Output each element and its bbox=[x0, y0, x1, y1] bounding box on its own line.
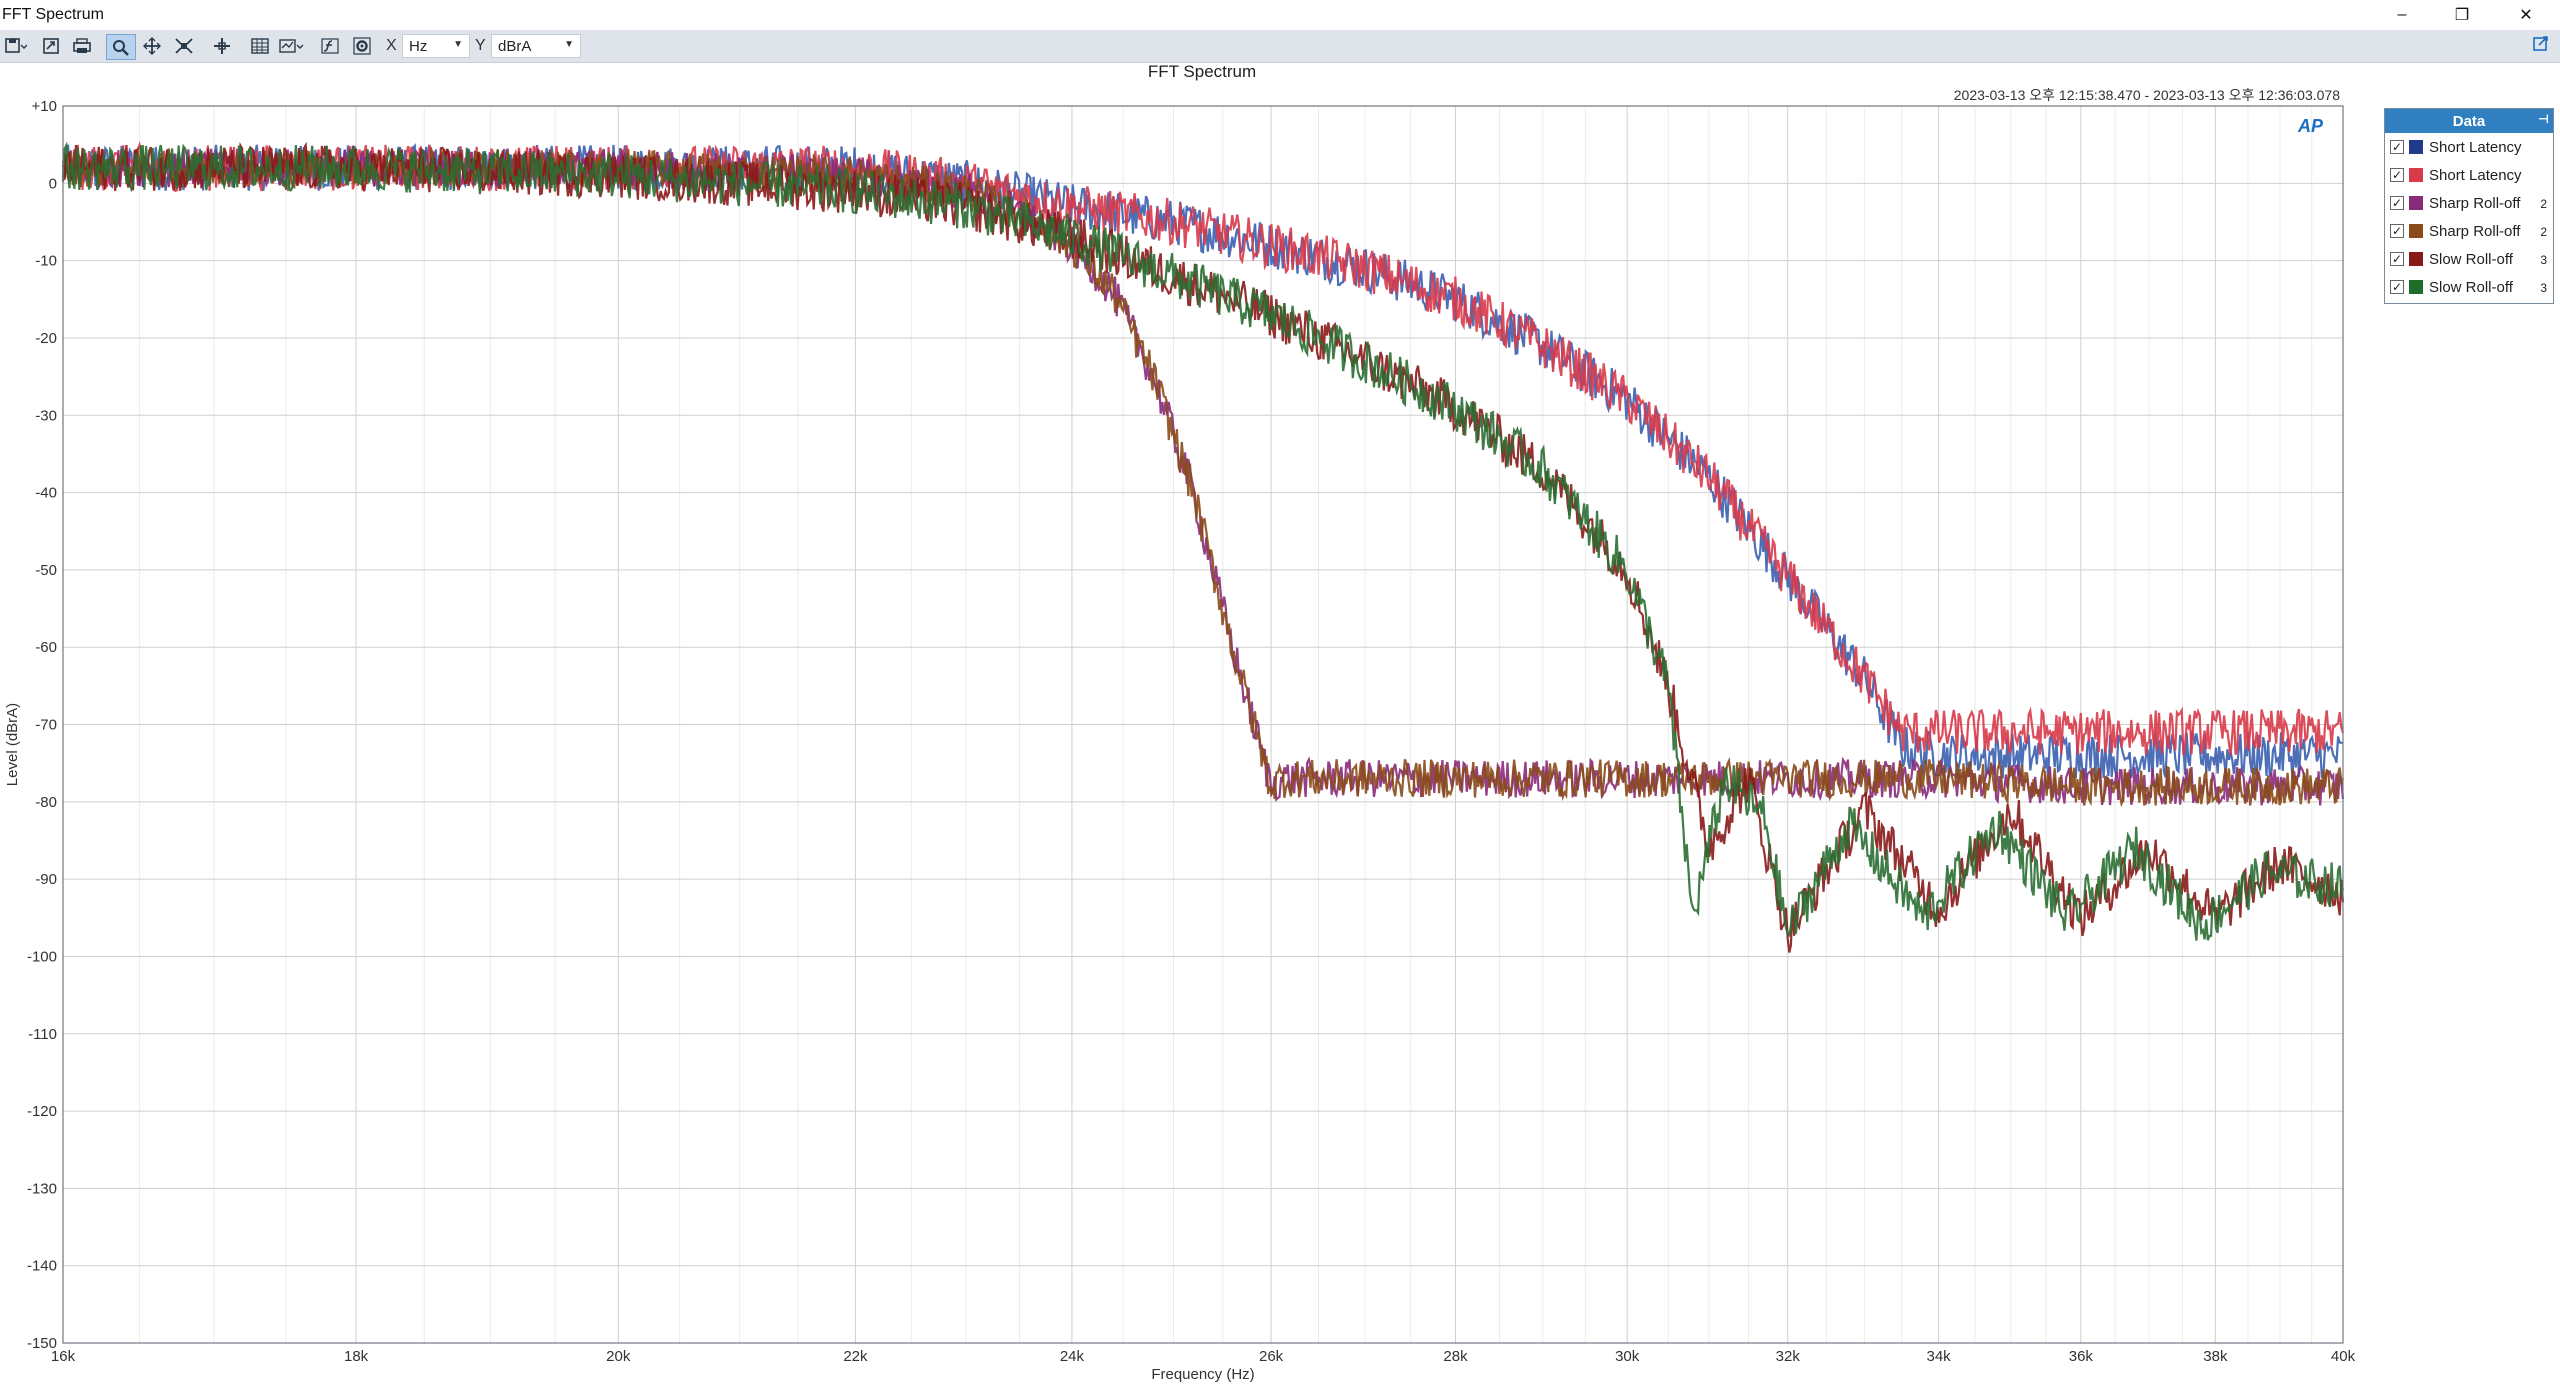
legend-label: Slow Roll-off bbox=[2429, 250, 2513, 268]
x-tick-label: 18k bbox=[344, 1348, 369, 1365]
y-tick-label: -80 bbox=[35, 794, 57, 811]
legend-swatch bbox=[2409, 196, 2423, 210]
legend-label: Slow Roll-off bbox=[2429, 278, 2513, 296]
y-tick-label: -70 bbox=[35, 717, 57, 734]
legend-checkbox[interactable]: ✓ bbox=[2390, 252, 2404, 266]
legend-item[interactable]: ✓ Short Latency bbox=[2385, 161, 2553, 189]
legend-index: 2 bbox=[2540, 197, 2547, 211]
legend-swatch bbox=[2409, 280, 2423, 294]
legend-label: Sharp Roll-off bbox=[2429, 222, 2521, 240]
x-tick-label: 30k bbox=[1615, 1348, 1640, 1365]
y-tick-label: 0 bbox=[49, 175, 57, 192]
legend-index: 3 bbox=[2540, 281, 2547, 295]
legend-checkbox[interactable]: ✓ bbox=[2390, 224, 2404, 238]
y-tick-label: -40 bbox=[35, 485, 57, 502]
y-tick-label: -50 bbox=[35, 562, 57, 579]
ap-logo: AP bbox=[2298, 116, 2324, 136]
legend-checkbox[interactable]: ✓ bbox=[2390, 168, 2404, 182]
x-tick-label: 28k bbox=[1443, 1348, 1468, 1365]
legend-index: 3 bbox=[2540, 253, 2547, 267]
y-tick-label: -100 bbox=[27, 948, 57, 965]
legend-checkbox[interactable]: ✓ bbox=[2390, 196, 2404, 210]
legend-label: Short Latency bbox=[2429, 166, 2522, 184]
legend-title: Data bbox=[2452, 112, 2486, 130]
y-tick-label: -110 bbox=[28, 1026, 57, 1043]
x-tick-label: 36k bbox=[2069, 1348, 2094, 1365]
legend-swatch bbox=[2409, 168, 2423, 182]
x-tick-label: 20k bbox=[606, 1348, 631, 1365]
y-tick-label: -120 bbox=[27, 1103, 57, 1120]
legend-swatch bbox=[2409, 252, 2423, 266]
legend-label: Short Latency bbox=[2429, 138, 2522, 156]
y-tick-label: -30 bbox=[35, 407, 57, 424]
series-line bbox=[61, 143, 2344, 779]
series-line bbox=[61, 140, 2345, 756]
y-tick-label: -130 bbox=[27, 1180, 57, 1197]
y-tick-label: +10 bbox=[32, 98, 57, 115]
x-tick-labels: 16k 18k 20k 22k 24k 26k 28k 30k 32k 34k 36k 38k 40k bbox=[51, 1348, 2356, 1365]
legend-item[interactable]: ✓ Sharp Roll-off 2 bbox=[2385, 189, 2553, 217]
legend-label: Sharp Roll-off bbox=[2429, 194, 2521, 212]
legend-swatch bbox=[2409, 140, 2423, 154]
x-tick-label: 26k bbox=[1259, 1348, 1284, 1365]
x-tick-label: 16k bbox=[51, 1348, 76, 1365]
y-tick-label: -140 bbox=[27, 1258, 57, 1275]
x-tick-label: 34k bbox=[1927, 1348, 1952, 1365]
y-tick-label: -90 bbox=[35, 871, 57, 888]
pin-icon[interactable]: ⊣ bbox=[2538, 112, 2549, 126]
x-tick-label: 22k bbox=[843, 1348, 868, 1365]
y-tick-label: -60 bbox=[35, 639, 57, 656]
data-traces bbox=[61, 140, 2345, 953]
x-tick-label: 40k bbox=[2331, 1348, 2356, 1365]
x-axis-title: Frequency (Hz) bbox=[1151, 1366, 1254, 1383]
y-tick-label: -10 bbox=[35, 253, 57, 270]
legend-checkbox[interactable]: ✓ bbox=[2390, 140, 2404, 154]
legend-item[interactable]: ✓ Slow Roll-off 3 bbox=[2385, 245, 2553, 273]
fft-spectrum-chart[interactable]: +10 0 -10 -20 -30 -40 -50 -60 -70 -80 -90 -100 -110 -… bbox=[0, 0, 2560, 1391]
legend-index: 2 bbox=[2540, 225, 2547, 239]
legend-checkbox[interactable]: ✓ bbox=[2390, 280, 2404, 294]
legend-item[interactable]: ✓ Short Latency bbox=[2385, 133, 2553, 161]
data-legend: Data ⊣ ✓ Short Latency ✓ Short Latency ✓ Shar… bbox=[2384, 108, 2554, 304]
legend-swatch bbox=[2409, 224, 2423, 238]
y-tick-labels: +10 0 -10 -20 -30 -40 -50 -60 -70 -80 -90 -100 -110 -… bbox=[27, 98, 57, 1352]
legend-item[interactable]: ✓ Sharp Roll-off 2 bbox=[2385, 217, 2553, 245]
legend-item[interactable]: ✓ Slow Roll-off 3 bbox=[2385, 273, 2553, 301]
x-tick-label: 32k bbox=[1776, 1348, 1801, 1365]
x-tick-label: 38k bbox=[2203, 1348, 2228, 1365]
y-tick-label: -20 bbox=[35, 330, 57, 347]
legend-header: Data ⊣ bbox=[2385, 109, 2553, 133]
x-tick-label: 24k bbox=[1060, 1348, 1085, 1365]
y-axis-title: Level (dBrA) bbox=[4, 703, 21, 786]
